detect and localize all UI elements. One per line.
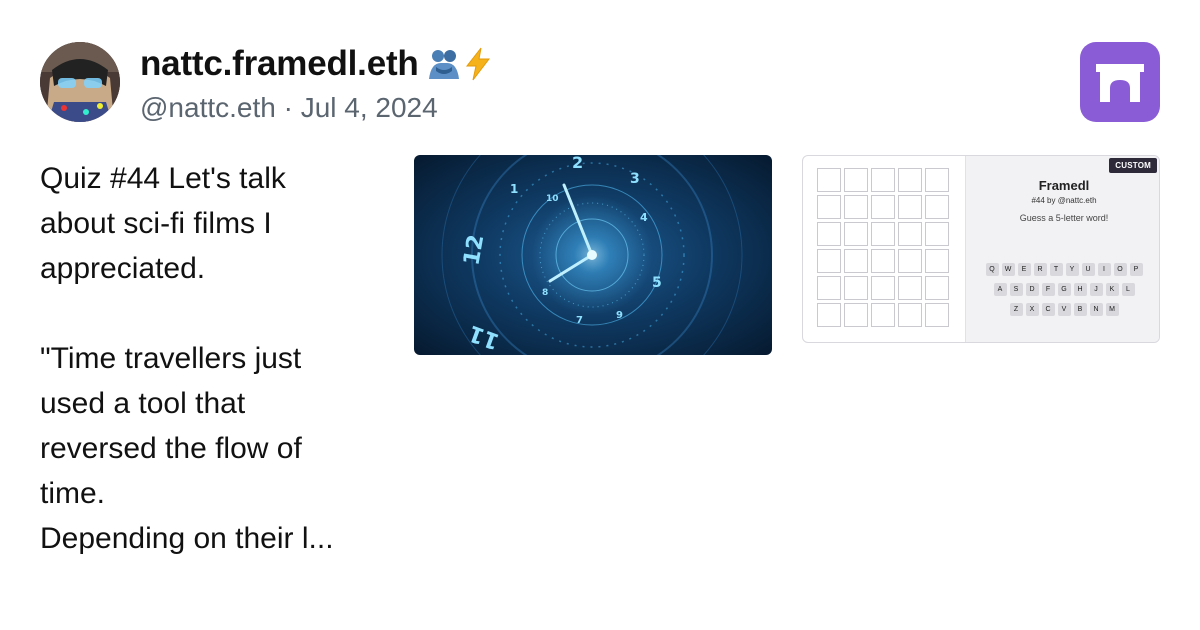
grid-cell	[817, 303, 841, 327]
keyboard-key[interactable]: I	[1097, 263, 1111, 276]
keyboard-key[interactable]: B	[1073, 303, 1087, 316]
keyboard-key[interactable]: H	[1073, 283, 1087, 296]
dial-number: 12	[459, 233, 489, 268]
keyboard-key[interactable]: N	[1089, 303, 1103, 316]
author-display-name[interactable]: nattc.framedl.eth	[140, 44, 419, 84]
keyboard-key[interactable]: X	[1025, 303, 1039, 316]
grid-cell	[871, 276, 895, 300]
dial-number: 3	[630, 171, 640, 187]
frame-card[interactable]: CUSTOM Framedl #44 by @nattc.eth Guess a…	[802, 155, 1160, 343]
keyboard-key[interactable]: U	[1081, 263, 1095, 276]
keyboard-key[interactable]: S	[1009, 283, 1023, 296]
keyboard-key[interactable]: Y	[1065, 263, 1079, 276]
grid-cell	[898, 249, 922, 273]
post-text: Quiz #44 Let's talk about sci-fi films I…	[40, 162, 334, 555]
frame-title: Framedl	[1038, 178, 1090, 193]
grid-cell	[871, 195, 895, 219]
keyboard-key[interactable]: F	[1041, 283, 1055, 296]
grid-cell	[817, 168, 841, 192]
keyboard-key[interactable]: J	[1089, 283, 1103, 296]
clock-vortex-image: 2 3 12 11 10 1 9 8 7 5 4	[414, 155, 772, 355]
frame-prompt: Guess a 5-letter word!	[1019, 213, 1109, 223]
app-logo[interactable]	[1080, 42, 1160, 122]
keyboard-key[interactable]: G	[1057, 283, 1071, 296]
dial-number: 10	[546, 194, 559, 204]
grid-cell	[898, 168, 922, 192]
author-handle-date: @nattc.eth · Jul 4, 2024	[140, 92, 438, 123]
frame-info-panel: CUSTOM Framedl #44 by @nattc.eth Guess a…	[965, 156, 1159, 342]
grid-cell	[844, 195, 868, 219]
keyboard-key[interactable]: Q	[985, 263, 999, 276]
grid-cell	[898, 195, 922, 219]
keyboard-row-1: Q W E R T Y U I O P	[966, 263, 1159, 276]
keyboard-row-2: A S D F G H J K L	[966, 283, 1159, 296]
grid-cell	[817, 222, 841, 246]
keyboard-key[interactable]: M	[1105, 303, 1119, 316]
dial-number: 9	[616, 310, 623, 321]
dial-number: 1	[510, 182, 518, 196]
author-name-row: nattc.framedl.eth	[140, 44, 493, 84]
keyboard-key[interactable]: L	[1121, 283, 1135, 296]
keyboard-key[interactable]: O	[1113, 263, 1127, 276]
frame-subtitle: #44 by @nattc.eth	[1031, 196, 1097, 205]
grid-cell	[925, 303, 949, 327]
dial-number: 8	[542, 288, 548, 298]
keyboard-row-3: Z X C V B N M	[966, 303, 1159, 316]
grid-cell	[844, 303, 868, 327]
grid-cell	[925, 222, 949, 246]
dial-number: 5	[652, 275, 662, 291]
grid-cell	[871, 222, 895, 246]
grid-cell	[871, 249, 895, 273]
grid-cell	[817, 249, 841, 273]
grid-cell	[898, 276, 922, 300]
grid-cell	[844, 249, 868, 273]
embed-image[interactable]: 2 3 12 11 10 1 9 8 7 5 4	[414, 155, 772, 355]
avatar-image	[40, 42, 120, 122]
grid-cell	[844, 222, 868, 246]
grid-cell	[844, 276, 868, 300]
lightning-emoji-icon	[465, 47, 490, 81]
keyboard-key[interactable]: T	[1049, 263, 1063, 276]
dial-number: 4	[640, 211, 648, 224]
grid-cell	[898, 222, 922, 246]
grid-cell	[844, 168, 868, 192]
keyboard-key[interactable]: R	[1033, 263, 1047, 276]
keyboard-key[interactable]: Z	[1009, 303, 1023, 316]
grid-cell	[871, 168, 895, 192]
grid-cell	[898, 303, 922, 327]
letter-grid	[817, 168, 949, 327]
grid-cell	[871, 303, 895, 327]
keyboard-key[interactable]: K	[1105, 283, 1119, 296]
people-hugging-emoji-icon	[428, 50, 459, 79]
keyboard-key[interactable]: A	[993, 283, 1007, 296]
custom-badge: CUSTOM	[1109, 158, 1157, 173]
keyboard-key[interactable]: V	[1057, 303, 1071, 316]
grid-cell	[925, 276, 949, 300]
arch-gate-icon	[1096, 64, 1144, 102]
keyboard-key[interactable]: C	[1041, 303, 1055, 316]
grid-cell	[817, 195, 841, 219]
dial-number: 2	[572, 155, 583, 172]
grid-cell	[925, 168, 949, 192]
keyboard-key[interactable]: W	[1001, 263, 1015, 276]
keyboard-key[interactable]: P	[1129, 263, 1143, 276]
grid-cell	[925, 195, 949, 219]
keyboard-key[interactable]: D	[1025, 283, 1039, 296]
grid-cell	[817, 276, 841, 300]
grid-cell	[925, 249, 949, 273]
avatar[interactable]	[40, 42, 120, 122]
dial-number: 7	[576, 315, 583, 326]
keyboard-key[interactable]: E	[1017, 263, 1031, 276]
